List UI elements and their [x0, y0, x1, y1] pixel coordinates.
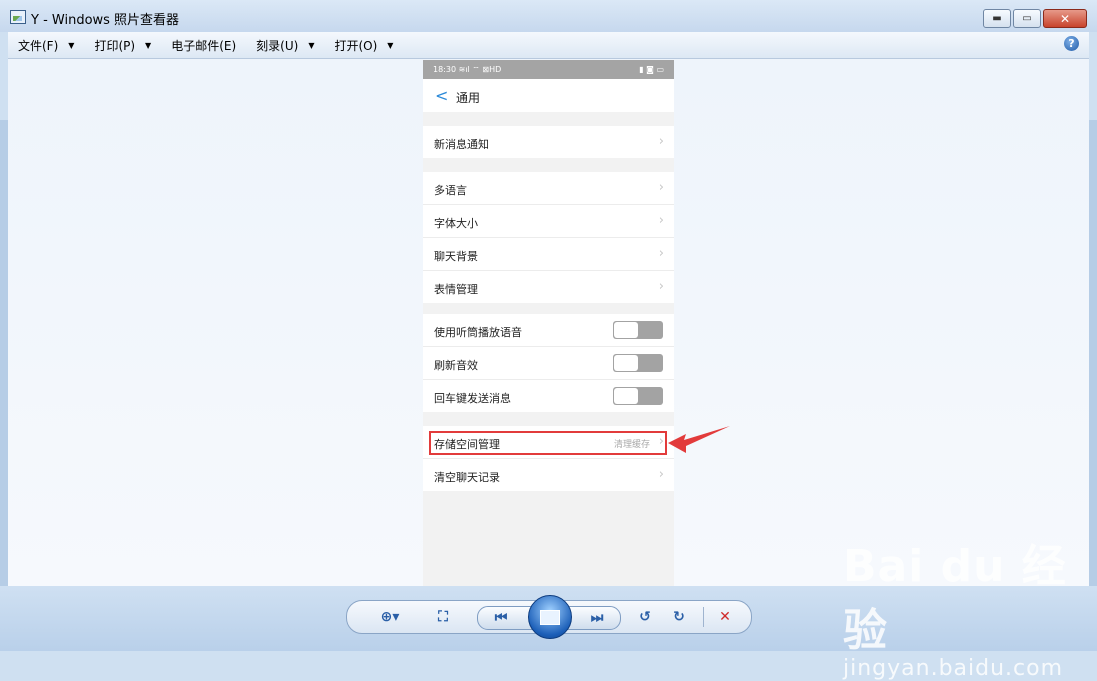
rotate-left-icon[interactable]: ↺ [633, 606, 657, 628]
menu-bar: 文件(F) ▼ 打印(P) ▼ 电子邮件(E) 刻录(U) ▼ 打开(O) ▼ … [8, 32, 1089, 59]
watermark-logo: Bai du 经验 [843, 541, 1067, 656]
phone-status-bar: 18:30 ≋ıl ⌔ ⊠HD ▮ ◙ ▭ [423, 60, 674, 79]
menu-print[interactable]: 打印(P) ▼ [84, 34, 161, 56]
dropdown-arrow-icon: ▼ [387, 40, 394, 50]
chevron-right-icon: › [658, 180, 664, 195]
watermark-url: jingyan.baidu.com [843, 656, 1064, 681]
menu-burn-label: 刻录(U) [256, 38, 299, 53]
toggle-switch [613, 321, 663, 339]
toggle-switch [613, 387, 663, 405]
title-bar: Y - Windows 照片查看器 ▬ ▭ ✕ [0, 0, 1097, 32]
row-label: 聊天背景 [434, 250, 478, 263]
settings-row: 字体大小 › [423, 205, 674, 238]
photo-viewer-app-icon [10, 10, 26, 24]
settings-row: 使用听筒播放语音 [423, 314, 674, 347]
settings-row: 聊天背景 › [423, 238, 674, 271]
next-icon[interactable]: ⏭ [584, 607, 610, 629]
settings-row: 新消息通知 › [423, 126, 674, 158]
red-highlight-box [429, 431, 667, 455]
previous-icon[interactable]: ⏮ [488, 607, 514, 629]
settings-row: 多语言 › [423, 172, 674, 205]
phone-header: < 通用 [423, 79, 674, 112]
row-label: 新消息通知 [434, 138, 489, 151]
settings-row: 表情管理 › [423, 271, 674, 303]
chevron-right-icon: › [658, 246, 664, 261]
row-label: 刷新音效 [434, 359, 478, 372]
row-label: 多语言 [434, 184, 467, 197]
settings-row: 刷新音效 [423, 347, 674, 380]
settings-group-display: 多语言 › 字体大小 › 聊天背景 › 表情管理 › [423, 172, 674, 303]
menu-email-label: 电子邮件(E) [171, 38, 237, 53]
settings-group-notifications: 新消息通知 › [423, 126, 674, 158]
close-button[interactable]: ✕ [1043, 9, 1087, 28]
settings-row: 回车键发送消息 [423, 380, 674, 412]
row-label: 使用听筒播放语音 [434, 326, 522, 339]
chevron-right-icon: › [658, 213, 664, 228]
menu-open-label: 打开(O) [334, 38, 378, 53]
menu-file-label: 文件(F) [18, 38, 59, 53]
window-border-left [0, 120, 8, 586]
menu-print-label: 打印(P) [94, 38, 136, 53]
minimize-button[interactable]: ▬ [983, 9, 1011, 28]
dropdown-arrow-icon: ▼ [308, 40, 315, 50]
slideshow-icon [540, 609, 560, 625]
row-label: 表情管理 [434, 283, 478, 296]
window-border-right [1089, 120, 1097, 586]
baidu-watermark: Bai du 经验 jingyan.baidu.com [843, 530, 1097, 681]
row-label: 清空聊天记录 [434, 471, 500, 484]
maximize-button[interactable]: ▭ [1013, 9, 1041, 28]
red-arrow-icon [668, 426, 730, 453]
toggle-switch [613, 354, 663, 372]
delete-icon[interactable]: ✕ [713, 606, 737, 628]
menu-email[interactable]: 电子邮件(E) [161, 34, 246, 56]
help-icon[interactable]: ? [1064, 36, 1079, 51]
chevron-right-icon: › [658, 279, 664, 294]
signal-wifi-icons: ≋ıl ⌔ ⊠HD [458, 65, 502, 74]
slideshow-button[interactable] [528, 595, 572, 639]
window-controls: ▬ ▭ ✕ [981, 9, 1087, 28]
row-label: 字体大小 [434, 217, 478, 230]
battery-alarm-icons: ▮ ◙ ▭ [639, 65, 664, 74]
viewer-controls: ⊕▾ ⛶ ⏮ ⏭ ↺ ↻ ✕ [346, 595, 752, 639]
menu-burn[interactable]: 刻录(U) ▼ [246, 34, 324, 56]
menu-open[interactable]: 打开(O) ▼ [324, 34, 403, 56]
dropdown-arrow-icon: ▼ [68, 40, 75, 50]
toggle-knob [614, 355, 638, 371]
status-time-text: 18:30 [433, 65, 457, 74]
menu-file[interactable]: 文件(F) ▼ [8, 34, 84, 56]
settings-group-toggles: 使用听筒播放语音 刷新音效 回车键发送消息 [423, 314, 674, 412]
toggle-knob [614, 322, 638, 338]
toggle-knob [614, 388, 638, 404]
dropdown-arrow-icon: ▼ [145, 40, 152, 50]
chevron-right-icon: › [658, 134, 664, 149]
displayed-phone-screenshot: 18:30 ≋ıl ⌔ ⊠HD ▮ ◙ ▭ < 通用 新消息通知 › 多语言 ›… [423, 60, 674, 586]
row-label: 回车键发送消息 [434, 392, 511, 405]
toolbar-separator [703, 607, 704, 627]
phone-page-title: 通用 [456, 91, 481, 105]
back-chevron-icon: < [435, 86, 449, 105]
actual-size-icon[interactable]: ⛶ [431, 606, 455, 628]
rotate-right-icon[interactable]: ↻ [667, 606, 691, 628]
window-title: Y - Windows 照片查看器 [31, 13, 180, 28]
zoom-icon[interactable]: ⊕▾ [373, 606, 407, 628]
status-time: 18:30 ≋ıl ⌔ ⊠HD [433, 65, 501, 75]
settings-row: 清空聊天记录 › [423, 459, 674, 491]
chevron-right-icon: › [658, 467, 664, 482]
